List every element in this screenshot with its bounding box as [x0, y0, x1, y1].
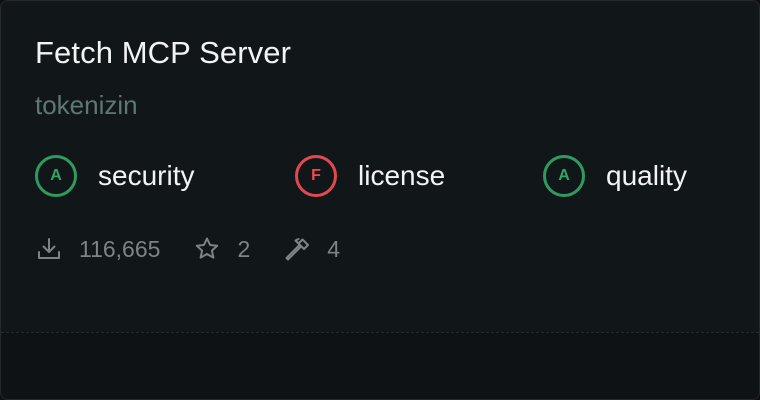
quality-grade-badge: A: [543, 155, 585, 197]
quality-grade: A quality: [543, 155, 687, 197]
license-grade: F license: [295, 155, 445, 197]
server-card[interactable]: Fetch MCP Server tokenizin A security F …: [0, 0, 760, 400]
tools-stat: 4: [283, 235, 340, 263]
star-icon: [193, 235, 221, 263]
license-grade-label: license: [358, 160, 446, 191]
stars-count: 2: [237, 235, 251, 262]
card-footer: [1, 332, 759, 399]
download-icon: [35, 235, 63, 263]
downloads-stat: 116,665: [35, 235, 160, 263]
tools-count: 4: [327, 235, 341, 262]
security-grade-label: security: [98, 160, 195, 191]
downloads-count: 116,665: [79, 235, 161, 262]
quality-grade-label: quality: [606, 160, 687, 191]
server-stats: 116,665 2 4: [35, 233, 340, 265]
hammer-icon: [283, 235, 311, 263]
server-author[interactable]: tokenizin: [35, 90, 138, 121]
security-grade-badge: A: [35, 155, 77, 197]
security-grade: A security: [35, 155, 194, 197]
server-title[interactable]: Fetch MCP Server: [35, 35, 291, 71]
license-grade-badge: F: [295, 155, 337, 197]
stars-stat: 2: [193, 235, 250, 263]
